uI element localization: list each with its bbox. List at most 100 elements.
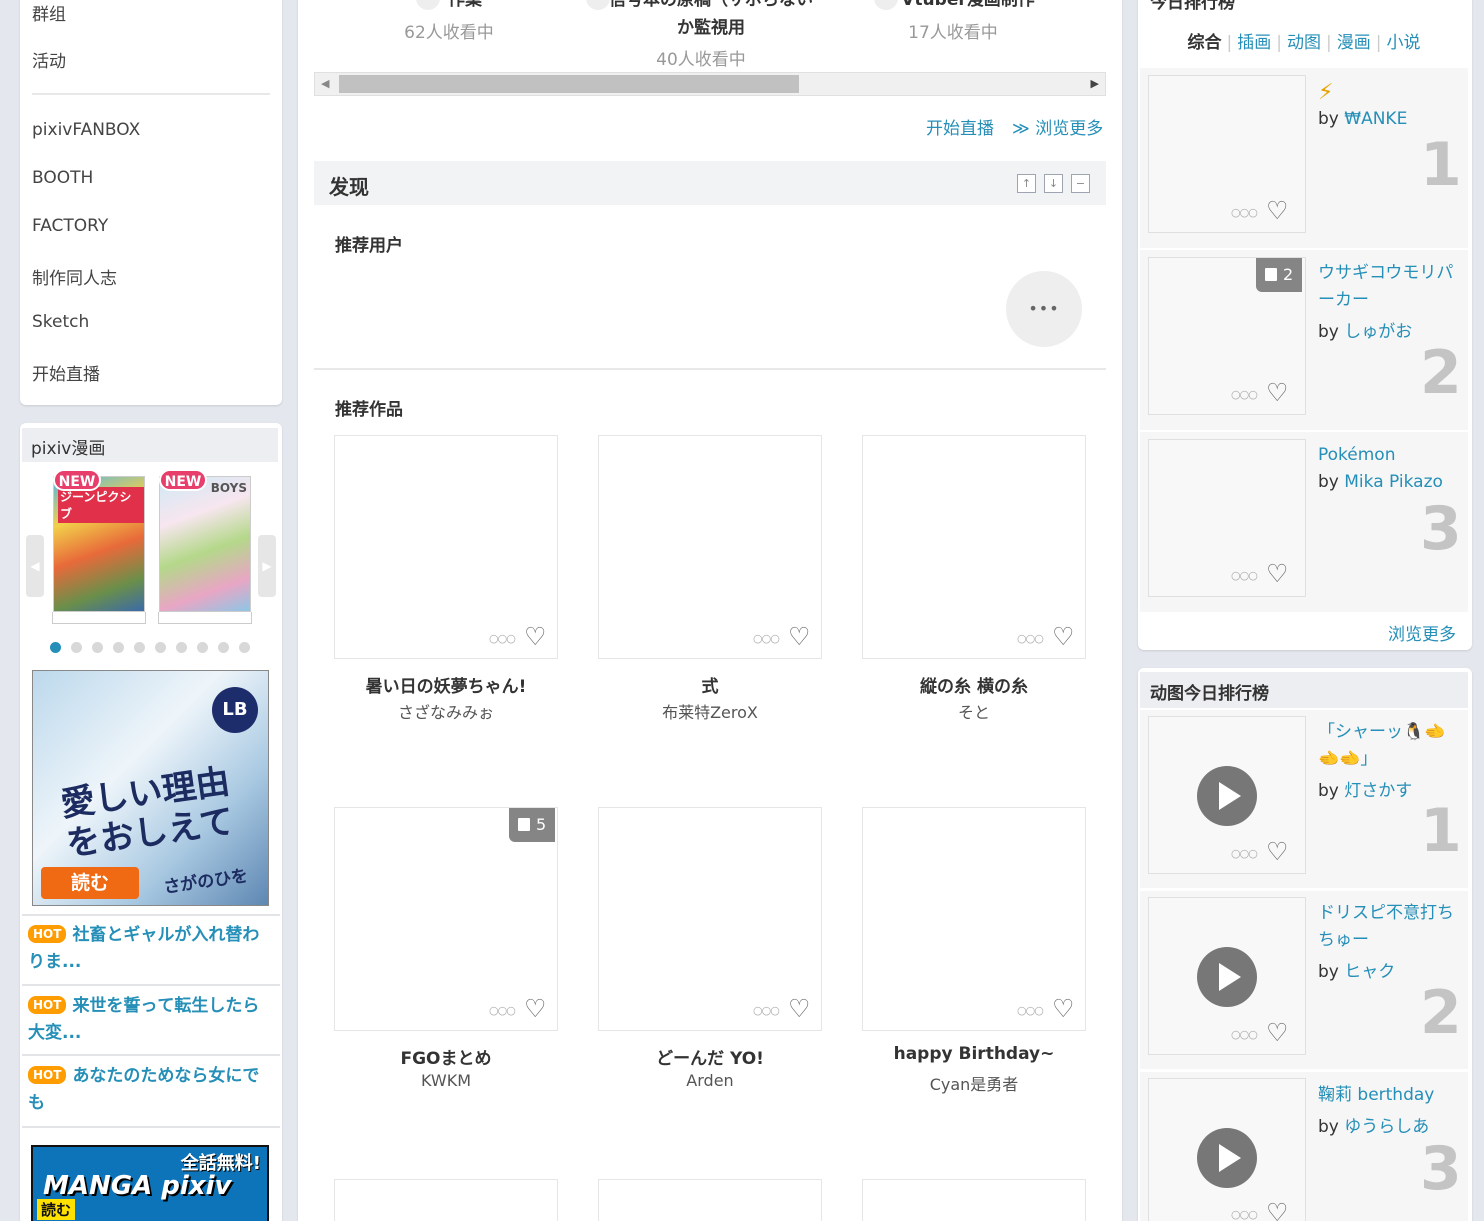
heart-icon[interactable]: ♡	[1266, 380, 1288, 405]
work-thumbnail[interactable]	[862, 1179, 1086, 1221]
manga-pixiv-banner[interactable]: 全話無料! MANGA pixiv 読む	[31, 1145, 269, 1221]
heart-icon[interactable]: ♡	[524, 624, 546, 649]
heart-icon[interactable]: ♡	[1052, 624, 1074, 649]
move-up-icon[interactable]: ↑	[1017, 174, 1036, 193]
start-live-link[interactable]: 开始直播	[926, 114, 994, 139]
hot-item[interactable]: HOT あなたのためなら女にでも	[22, 1063, 280, 1117]
carousel-dot[interactable]	[176, 642, 187, 653]
ugoira-item-author[interactable]: 灯さかす	[1344, 781, 1412, 801]
more-options-icon[interactable]: ○○○	[1231, 847, 1258, 860]
work-title[interactable]: どーんだ YO!	[598, 1044, 822, 1069]
tab-overall[interactable]: 综合	[1188, 33, 1222, 53]
live-title[interactable]: 信号本の原稿（サボらないか監視用	[606, 0, 816, 42]
tab-manga[interactable]: 漫画	[1337, 33, 1371, 53]
work-title[interactable]: 暑い日の妖夢ちゃん!	[334, 672, 558, 697]
nav-item-events[interactable]: 活动	[32, 47, 66, 72]
carousel-dot[interactable]	[197, 642, 208, 653]
more-users-button[interactable]: •••	[1006, 271, 1082, 347]
more-options-icon[interactable]: ○○○	[1231, 569, 1258, 582]
ugoira-item-author[interactable]: ヒャク	[1344, 962, 1395, 982]
ugoira-item-title[interactable]: 「シャーッ🐧🫲🫲🫲」	[1318, 719, 1464, 773]
heart-icon[interactable]: ♡	[1266, 839, 1288, 864]
work-author[interactable]: そと	[862, 699, 1086, 723]
play-icon[interactable]	[1197, 1128, 1257, 1188]
ranking-item-title[interactable]: ⚡	[1318, 79, 1464, 106]
live-view-more-link[interactable]: ≫ 浏览更多	[1012, 114, 1103, 139]
collapse-icon[interactable]: −	[1071, 174, 1090, 193]
more-options-icon[interactable]: ○○○	[1017, 632, 1044, 645]
carousel-dot[interactable]	[155, 642, 166, 653]
work-author[interactable]: 布莱特ZeroX	[598, 699, 822, 723]
ugoira-item-title[interactable]: 鞠莉 berthday	[1318, 1082, 1464, 1109]
bottom-banner-read[interactable]: 読む	[37, 1199, 76, 1220]
ugoira-item-title[interactable]: ドリスピ不意打ちちゅー	[1318, 900, 1464, 954]
work-author[interactable]: Arden	[598, 1071, 822, 1090]
hot-item[interactable]: HOT 来世を誓って転生したら大変...	[22, 993, 280, 1047]
nav-item-booth[interactable]: BOOTH	[32, 168, 93, 188]
tab-ugoira[interactable]: 动图	[1287, 33, 1321, 53]
ranking-item-title[interactable]: ウサギコウモリパーカー	[1318, 260, 1464, 314]
work-title[interactable]: 縦の糸 横の糸	[862, 672, 1086, 697]
carousel-next-button[interactable]: ▶	[258, 535, 276, 597]
tab-illustration[interactable]: 插画	[1237, 33, 1271, 53]
work-title[interactable]: 式	[598, 672, 822, 697]
heart-icon[interactable]: ♡	[1266, 561, 1288, 586]
banner-read-button[interactable]: 読む	[41, 867, 139, 899]
more-options-icon[interactable]: ○○○	[1231, 1028, 1258, 1041]
heart-icon[interactable]: ♡	[788, 996, 810, 1021]
scroll-right-icon[interactable]: ▶	[1091, 77, 1099, 90]
carousel-prev-button[interactable]: ◀	[26, 535, 44, 597]
nav-item-start-live[interactable]: 开始直播	[32, 360, 100, 385]
carousel-dot[interactable]	[71, 642, 82, 653]
scrollbar-thumb[interactable]	[339, 75, 799, 93]
work-author[interactable]: KWKM	[334, 1071, 558, 1090]
ranking-item-author[interactable]: しゅがお	[1344, 322, 1412, 342]
carousel-dot[interactable]	[113, 642, 124, 653]
carousel-dot[interactable]	[218, 642, 229, 653]
heart-icon[interactable]: ♡	[788, 624, 810, 649]
carousel-dot[interactable]	[239, 642, 250, 653]
nav-item-groups[interactable]: 群组	[32, 0, 66, 25]
live-title[interactable]: Vtuber漫画制作	[843, 0, 1093, 14]
work-thumbnail[interactable]	[598, 1179, 822, 1221]
more-options-icon[interactable]: ○○○	[489, 1004, 516, 1017]
nav-item-sketch[interactable]: Sketch	[32, 312, 89, 332]
move-down-icon[interactable]: ↓	[1044, 174, 1063, 193]
carousel-dot[interactable]	[134, 642, 145, 653]
ranking-item-author[interactable]: ₩ANKE	[1344, 109, 1407, 129]
manga-cover-1[interactable]: ジーンピクシブ	[53, 476, 145, 612]
tab-novel[interactable]: 小说	[1386, 33, 1420, 53]
carousel-dot[interactable]	[50, 642, 61, 653]
play-icon[interactable]	[1197, 947, 1257, 1007]
manga-ad-banner[interactable]: LB 愛しい理由をおしえて さがのひを 読む	[32, 670, 269, 906]
work-author[interactable]: Cyan是勇者	[862, 1071, 1086, 1095]
ugoira-item-author[interactable]: ゆうらしあ	[1344, 1117, 1429, 1137]
carousel-dot[interactable]	[92, 642, 103, 653]
nav-item-fanbox[interactable]: pixivFANBOX	[32, 120, 140, 140]
heart-icon[interactable]: ♡	[1266, 1200, 1288, 1221]
live-horizontal-scrollbar[interactable]: ◀ ▶	[314, 72, 1106, 96]
heart-icon[interactable]: ♡	[1052, 996, 1074, 1021]
work-thumbnail[interactable]	[334, 1179, 558, 1221]
ranking-item-author[interactable]: Mika Pikazo	[1344, 472, 1443, 492]
more-options-icon[interactable]: ○○○	[489, 632, 516, 645]
play-icon[interactable]	[1197, 766, 1257, 826]
manga-cover-2[interactable]: BOYS	[159, 476, 251, 612]
heart-icon[interactable]: ♡	[1266, 1020, 1288, 1045]
hot-item[interactable]: HOT 社畜とギャルが入れ替わりま...	[22, 922, 280, 976]
ranking-view-more-link[interactable]: 浏览更多	[1388, 620, 1456, 645]
nav-item-doujinshi[interactable]: 制作同人志	[32, 264, 117, 289]
more-options-icon[interactable]: ○○○	[753, 1004, 780, 1017]
nav-item-factory[interactable]: FACTORY	[32, 216, 108, 236]
work-title[interactable]: happy Birthday~	[862, 1044, 1086, 1064]
heart-icon[interactable]: ♡	[524, 996, 546, 1021]
more-options-icon[interactable]: ○○○	[753, 632, 780, 645]
ranking-item-title[interactable]: Pokémon	[1318, 442, 1464, 469]
scroll-left-icon[interactable]: ◀	[321, 77, 329, 90]
work-author[interactable]: さざなみみぉ	[334, 699, 558, 723]
work-title[interactable]: FGOまとめ	[334, 1044, 558, 1069]
heart-icon[interactable]: ♡	[1266, 198, 1288, 223]
live-title[interactable]: 作業	[340, 0, 590, 14]
more-options-icon[interactable]: ○○○	[1017, 1004, 1044, 1017]
more-options-icon[interactable]: ○○○	[1231, 388, 1258, 401]
